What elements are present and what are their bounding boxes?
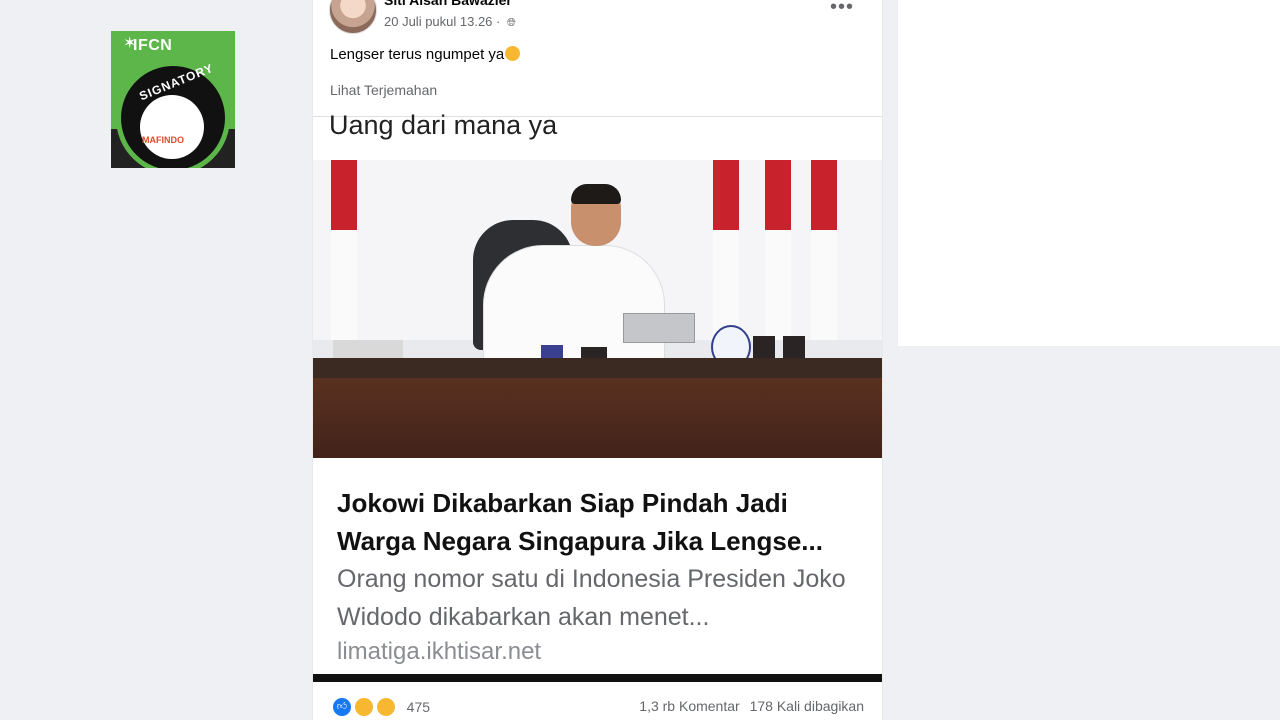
desk-front bbox=[313, 378, 882, 458]
post-stats: 1,3 rb Komentar 178 Kali dibagikan bbox=[633, 698, 864, 714]
badge-inner-text: MAFINDO bbox=[142, 135, 184, 145]
post-timestamp[interactable]: 20 Juli pukul 13.26 · 🌐︎ bbox=[384, 14, 516, 30]
flag-white bbox=[765, 230, 791, 340]
flag-red bbox=[331, 160, 357, 230]
flag-red bbox=[765, 160, 791, 230]
more-options-button[interactable]: ••• bbox=[830, 0, 854, 19]
share-count-link[interactable]: 178 Kali dibagikan bbox=[750, 698, 864, 714]
laptop bbox=[623, 313, 695, 343]
right-panel bbox=[898, 0, 1280, 346]
badge-inner-circle: MAFINDO bbox=[140, 95, 204, 159]
post-photo[interactable] bbox=[313, 160, 882, 458]
image-overlay-text: Uang dari mana ya bbox=[329, 110, 558, 140]
post-caption-text: Lengser terus ngumpet ya bbox=[330, 46, 505, 63]
flag-white bbox=[331, 230, 357, 340]
ifcn-signatory-badge: ✶ IFCN SIGNATORY MAFINDO bbox=[111, 31, 235, 168]
wow-icon bbox=[374, 696, 397, 718]
link-preview-title: Jokowi Dikabarkan Siap Pindah Jadi Warga… bbox=[337, 488, 823, 556]
avatar[interactable] bbox=[329, 0, 377, 34]
link-preview-domain: limatiga.ikhtisar.net bbox=[337, 638, 542, 665]
flag-white bbox=[713, 230, 739, 340]
haha-icon bbox=[352, 696, 375, 718]
see-translation-link[interactable]: Lihat Terjemahan bbox=[330, 82, 437, 98]
desk-top bbox=[313, 358, 882, 378]
comment-count-link[interactable]: 1,3 rb Komentar bbox=[639, 698, 739, 714]
reactions-summary[interactable]: 👍︎ 475 bbox=[331, 696, 430, 718]
link-preview-bottom-bar bbox=[313, 674, 882, 682]
badge-ifcn-text: IFCN bbox=[133, 37, 173, 54]
link-preview-description: Orang nomor satu di Indonesia Presiden J… bbox=[337, 565, 846, 631]
smiling-emoji-icon bbox=[505, 46, 521, 61]
globe-icon: 🌐︎ bbox=[506, 17, 516, 29]
flag-red bbox=[713, 160, 739, 230]
post-card: Siti Aisah Bawazier 20 Juli pukul 13.26 … bbox=[313, 0, 882, 720]
flag-red bbox=[811, 160, 837, 230]
like-icon: 👍︎ bbox=[331, 696, 353, 718]
person-figure bbox=[483, 245, 665, 367]
reaction-count: 475 bbox=[406, 699, 431, 715]
link-preview[interactable]: Jokowi Dikabarkan Siap Pindah Jadi Warga… bbox=[313, 458, 882, 674]
post-caption: Lengser terus ngumpet ya bbox=[330, 46, 521, 63]
flag-white bbox=[811, 230, 837, 340]
post-author[interactable]: Siti Aisah Bawazier bbox=[384, 0, 512, 8]
person-hair bbox=[571, 184, 621, 204]
post-timestamp-text: 20 Juli pukul 13.26 · bbox=[384, 14, 501, 29]
